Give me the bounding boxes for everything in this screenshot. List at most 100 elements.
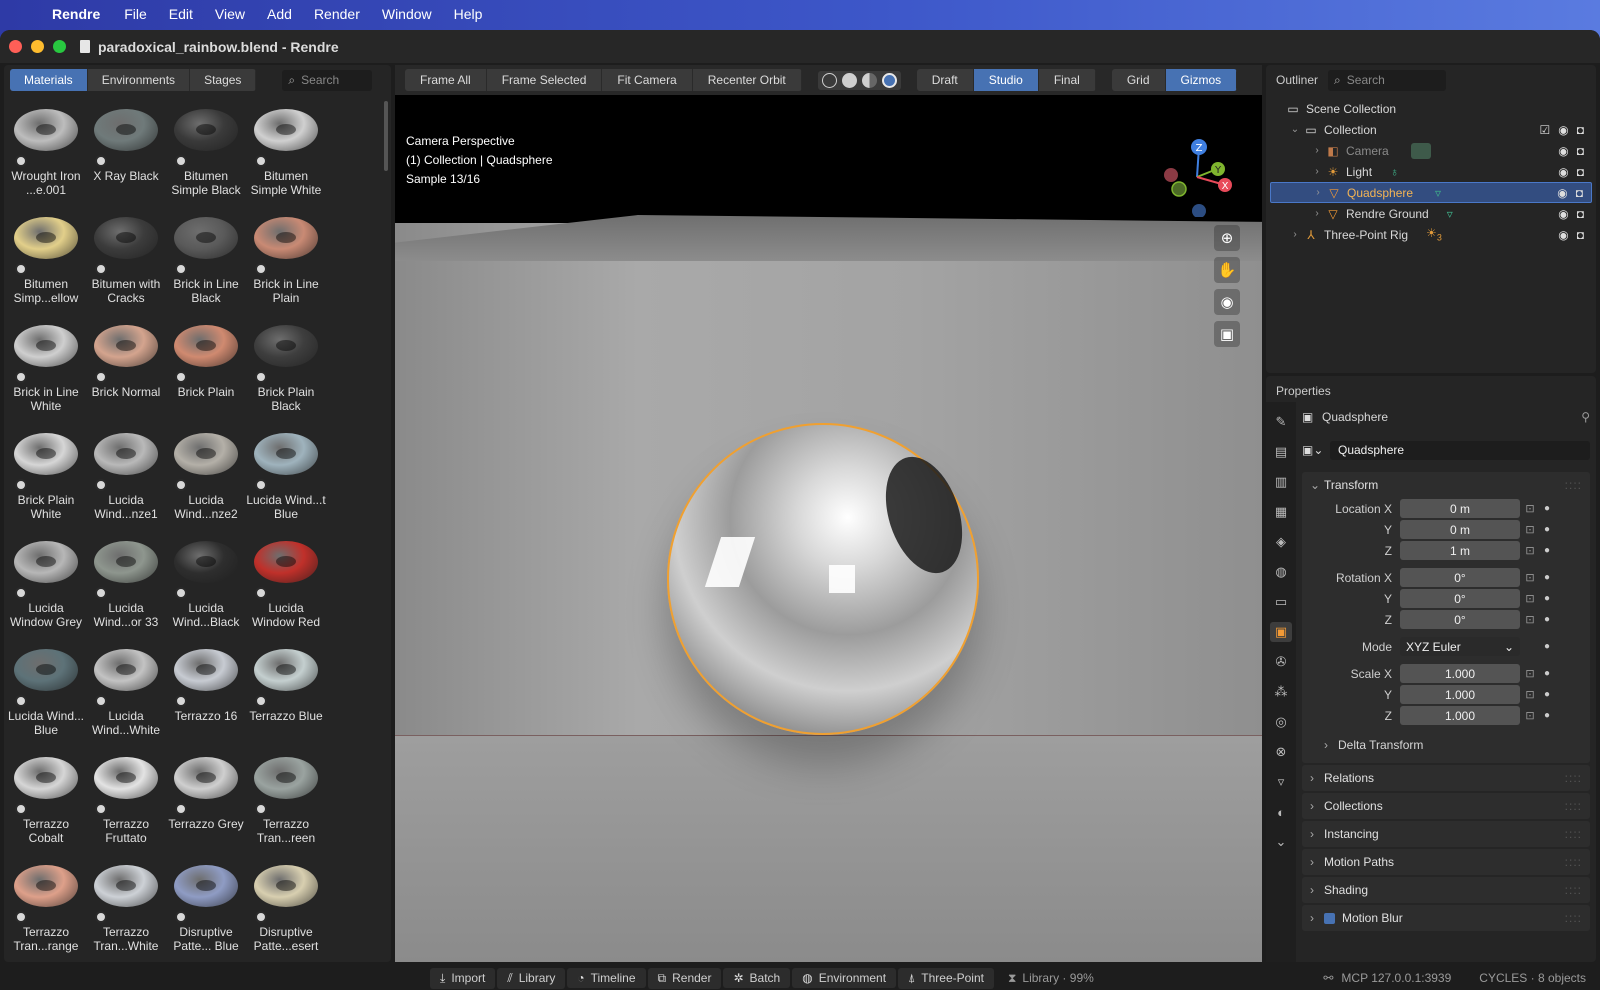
outliner-row-camera[interactable]: › ◧ Camera ◉ ◘ (1270, 140, 1592, 161)
lock-icon[interactable]: ⊡ (1520, 544, 1540, 557)
grid-toggle-button[interactable]: Grid (1112, 69, 1166, 91)
render-camera-icon[interactable]: ◘ (1577, 123, 1584, 137)
material-item[interactable]: Brick in Line Plain (246, 207, 326, 315)
properties-section[interactable]: › Relations:::: (1302, 765, 1590, 791)
solid-shading-icon[interactable] (841, 72, 857, 88)
collection-icon[interactable]: ▭ (1270, 592, 1292, 612)
modifier-wrench-icon[interactable]: ✇ (1270, 652, 1292, 672)
outliner-row-three-point-rig[interactable]: › ⅄ Three-Point Rig ☀3 ◉ ◘ (1270, 224, 1592, 245)
material-item[interactable]: Terrazzo Tran...White (86, 855, 166, 962)
section-header[interactable]: › Motion Blur:::: (1302, 905, 1590, 931)
tool-icon[interactable]: ✎ (1270, 412, 1292, 432)
keyframe-dot-icon[interactable]: ● (1540, 614, 1554, 625)
menu-add[interactable]: Add (267, 6, 292, 22)
library-scrollbar[interactable] (384, 101, 388, 171)
timeline-button[interactable]: ◔ Timeline (567, 968, 646, 988)
material-item[interactable]: Terrazzo 16 (166, 639, 246, 747)
drag-grip-icon[interactable]: :::: (1565, 855, 1582, 869)
material-item[interactable]: Bitumen Simp...ellow (6, 207, 86, 315)
properties-section[interactable]: › Instancing:::: (1302, 821, 1590, 847)
section-header[interactable]: › Motion Paths:::: (1302, 849, 1590, 875)
drag-grip-icon[interactable]: :::: (1565, 911, 1582, 925)
menu-file[interactable]: File (124, 6, 147, 22)
keyframe-dot-icon[interactable]: ● (1540, 593, 1554, 604)
chevron-right-icon[interactable]: › (1310, 145, 1324, 156)
library-search-input[interactable]: ⌕ Search (282, 69, 373, 91)
render-camera-icon[interactable]: ◘ (1576, 186, 1583, 200)
drag-grip-icon[interactable]: :::: (1565, 478, 1582, 492)
material-item[interactable]: Brick Plain Black (246, 315, 326, 423)
eye-icon[interactable]: ◉ (1558, 165, 1568, 179)
lock-icon[interactable]: ⊡ (1520, 523, 1540, 536)
material-item[interactable]: Terrazzo Grey (166, 747, 246, 855)
three-point-button[interactable]: ⍋ Three-Point (898, 967, 994, 989)
section-header[interactable]: › Instancing:::: (1302, 821, 1590, 847)
section-header[interactable]: › Relations:::: (1302, 765, 1590, 791)
drag-grip-icon[interactable]: :::: (1565, 827, 1582, 841)
scale-y-field[interactable]: 1.000 (1400, 685, 1520, 704)
checkbox-icon[interactable]: ☑ (1540, 123, 1551, 137)
eye-icon[interactable]: ◉ (1558, 207, 1568, 221)
material-item[interactable]: Terrazzo Tran...range (6, 855, 86, 962)
material-item[interactable]: Lucida Window Red (246, 531, 326, 639)
quality-draft-button[interactable]: Draft (917, 69, 974, 91)
outliner-row-rendre-ground[interactable]: › ▽ Rendre Ground ▿ ◉ ◘ (1270, 203, 1592, 224)
material-item[interactable]: Lucida Wind...t Blue (246, 423, 326, 531)
3d-viewport[interactable]: Frame All Frame Selected Fit Camera Rece… (395, 65, 1262, 962)
import-button[interactable]: ⤓ Import (430, 967, 496, 989)
camera-view-icon[interactable]: ◉ (1214, 289, 1240, 315)
particles-icon[interactable]: ⁂ (1270, 682, 1292, 702)
scale-z-field[interactable]: 1.000 (1400, 706, 1520, 725)
material-item[interactable]: Brick in Line White (6, 315, 86, 423)
keyframe-dot-icon[interactable]: ● (1540, 641, 1554, 652)
navigation-gizmo[interactable]: Z Y X (1161, 137, 1233, 217)
material-item[interactable]: Disruptive Patte... Blue (166, 855, 246, 962)
material-item[interactable]: Lucida Wind... Blue (6, 639, 86, 747)
keyframe-dot-icon[interactable]: ● (1540, 668, 1554, 679)
menu-help[interactable]: Help (454, 6, 483, 22)
material-item[interactable]: Lucida Window Grey (6, 531, 86, 639)
motion-blur-checkbox[interactable] (1324, 912, 1335, 924)
material-icon[interactable]: ◐ (1270, 802, 1292, 822)
view-layer-icon[interactable]: ▦ (1270, 502, 1292, 522)
chevron-down-icon[interactable]: ⌄ (1288, 124, 1302, 135)
lock-icon[interactable]: ⊡ (1520, 667, 1540, 680)
material-item[interactable]: Bitumen Simple Black (166, 99, 246, 207)
properties-section[interactable]: › Collections:::: (1302, 793, 1590, 819)
chevron-right-icon[interactable]: › (1288, 229, 1302, 240)
material-item[interactable]: Brick Normal (86, 315, 166, 423)
lock-icon[interactable]: ⊡ (1520, 613, 1540, 626)
material-item[interactable]: Terrazzo Cobalt (6, 747, 86, 855)
material-item[interactable]: Bitumen Simple White (246, 99, 326, 207)
zoom-window-button[interactable] (53, 40, 66, 53)
menu-window[interactable]: Window (382, 6, 432, 22)
lock-icon[interactable]: ⊡ (1520, 502, 1540, 515)
section-header[interactable]: › Collections:::: (1302, 793, 1590, 819)
chevron-down-icon[interactable]: ⌄ (1270, 832, 1292, 852)
outliner-row-scene-collection[interactable]: ▭ Scene Collection (1270, 98, 1592, 119)
lock-icon[interactable]: ⊡ (1520, 709, 1540, 722)
tab-materials[interactable]: Materials (10, 69, 88, 91)
environment-button[interactable]: ◍ Environment (792, 968, 897, 988)
menu-edit[interactable]: Edit (169, 6, 193, 22)
tab-environments[interactable]: Environments (88, 69, 191, 91)
lock-icon[interactable]: ⊡ (1520, 592, 1540, 605)
properties-section[interactable]: › Shading:::: (1302, 877, 1590, 903)
outliner-search-input[interactable]: ⌕ Search (1328, 69, 1447, 91)
location-z-field[interactable]: 1 m (1400, 541, 1520, 560)
outliner-row-quadsphere[interactable]: › ▽ Quadsphere ▿ ◉ ◘ (1270, 182, 1592, 203)
frame-selected-button[interactable]: Frame Selected (487, 69, 603, 91)
keyframe-dot-icon[interactable]: ● (1540, 524, 1554, 535)
render-camera-icon[interactable]: ◘ (1577, 165, 1584, 179)
library-button[interactable]: ⫽ Library (497, 967, 566, 989)
eye-icon[interactable]: ◉ (1558, 123, 1568, 137)
pin-icon[interactable]: ⚲ (1581, 410, 1590, 424)
scale-x-field[interactable]: 1.000 (1400, 664, 1520, 683)
section-header[interactable]: › Shading:::: (1302, 877, 1590, 903)
constraints-icon[interactable]: ⊗ (1270, 742, 1292, 762)
material-item[interactable]: Disruptive Patte...esert (246, 855, 326, 962)
world-icon[interactable]: ◍ (1270, 562, 1292, 582)
material-item[interactable]: X Ray Black (86, 99, 166, 207)
material-item[interactable]: Brick Plain (166, 315, 246, 423)
drag-grip-icon[interactable]: :::: (1565, 771, 1582, 785)
